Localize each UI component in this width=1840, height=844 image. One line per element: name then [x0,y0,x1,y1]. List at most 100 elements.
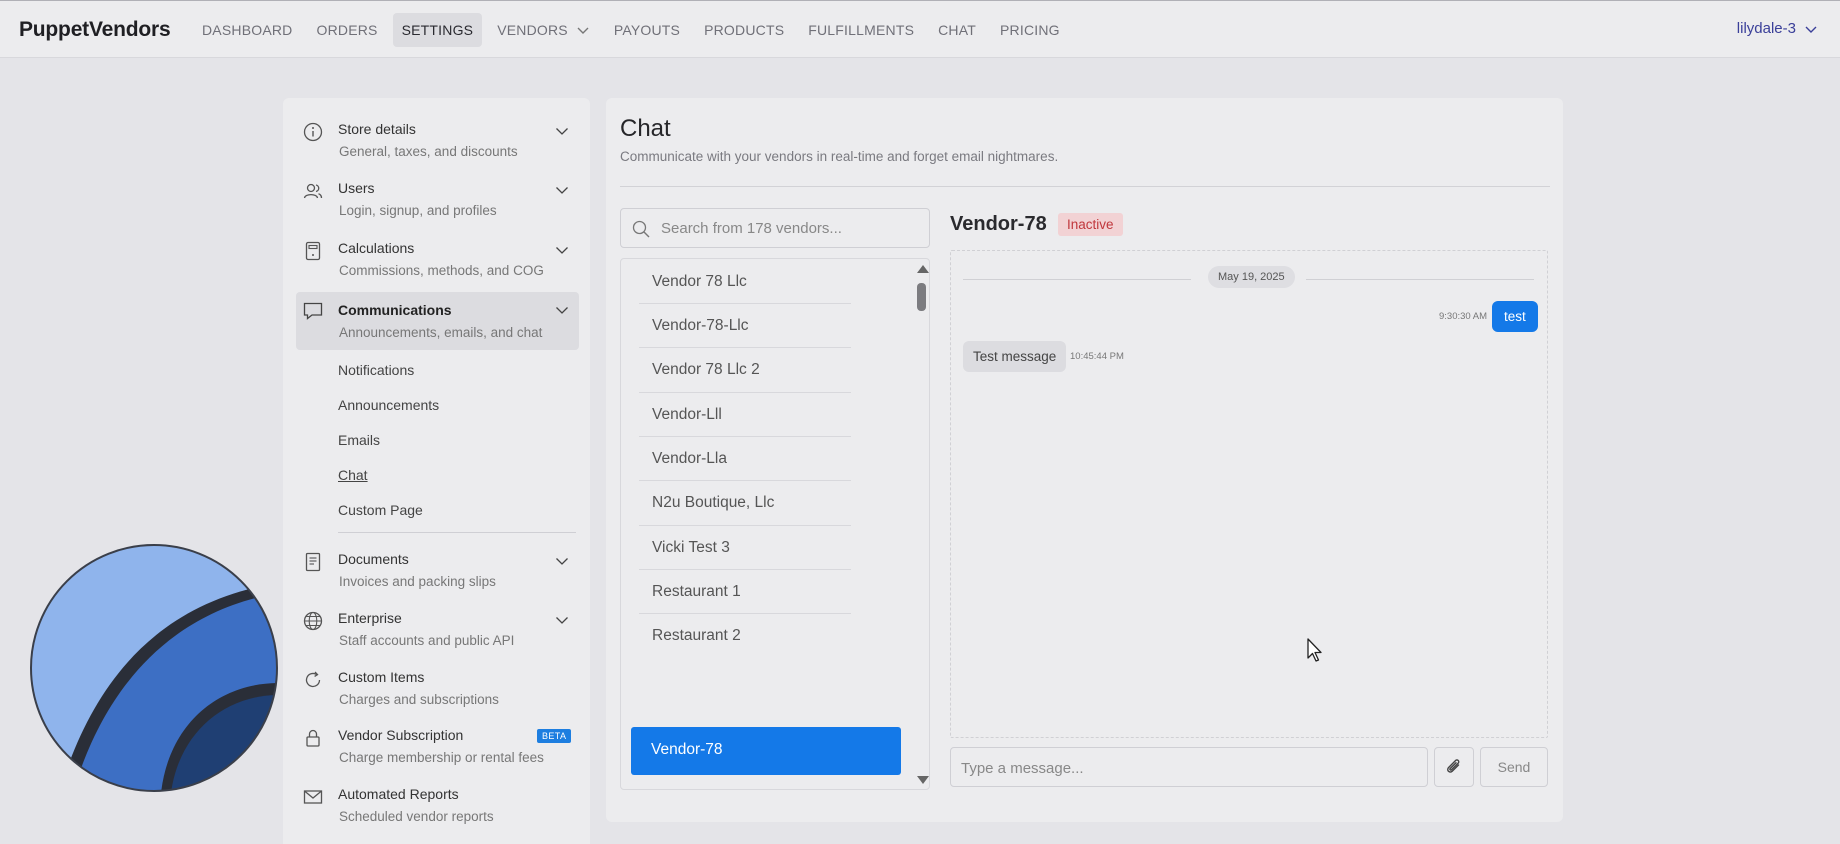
chevron-down-icon[interactable] [555,554,569,568]
settings-users[interactable]: Users Login, signup, and profiles [296,177,579,225]
mail-icon [303,790,323,804]
nav-payouts[interactable]: PAYOUTS [605,13,689,47]
vendor-item[interactable]: Vendor 78 Llc [652,273,840,291]
header-divider [620,186,1550,187]
chevron-down-icon[interactable] [555,243,569,257]
list-divider [639,613,851,614]
vendor-item[interactable]: Restaurant 1 [652,583,840,601]
chevron-down-icon[interactable] [555,124,569,138]
nav-dashboard[interactable]: DASHBOARD [193,13,301,47]
nav-settings[interactable]: SETTINGS [392,13,483,47]
chevron-down-icon [577,27,589,34]
settings-group-title: Communications [338,302,452,318]
settings-group-desc: Staff accounts and public API [339,633,515,648]
app-overlay-logo [30,544,278,792]
vendor-search[interactable] [620,208,930,248]
list-divider [639,347,851,348]
settings-group-desc: General, taxes, and discounts [339,144,518,159]
nav-fulfillments[interactable]: FULFILLMENTS [799,13,923,47]
message-timestamp: 9:30:30 AM [1439,311,1488,322]
settings-group-title: Users [338,180,375,196]
settings-custom-items[interactable]: Custom Items Charges and subscriptions [296,666,579,714]
vendor-item[interactable]: Vendor-Lll [652,406,840,424]
chevron-down-icon[interactable] [555,613,569,627]
document-icon [305,552,321,572]
vendor-item[interactable]: Restaurant 2 [652,627,840,645]
sidebar-divider [338,532,576,533]
vendor-item-selected[interactable]: Vendor-78 [631,727,901,775]
status-badge: Inactive [1058,213,1123,236]
date-separator: May 19, 2025 [1208,266,1295,288]
message-bubble-incoming: Test message [963,341,1067,372]
chat-bubble-icon [303,302,323,320]
settings-group-desc: Announcements, emails, and chat [339,325,543,340]
list-divider [639,436,851,437]
settings-group-desc: Commissions, methods, and COG [339,263,544,278]
main-nav: DASHBOARD ORDERS SETTINGS VENDORS PAYOUT… [193,13,1075,47]
scroll-up-arrow-icon[interactable] [917,265,929,273]
nav-vendors[interactable]: VENDORS [488,13,599,47]
message-bubble-outgoing: test [1492,301,1538,332]
settings-group-desc: Charges and subscriptions [339,692,499,707]
subitem-emails[interactable]: Emails [338,432,380,448]
lock-icon [306,729,320,747]
top-navbar: PuppetVendors DASHBOARD ORDERS SETTINGS … [0,0,1840,58]
vendor-item[interactable]: Vendor-Lla [652,450,840,468]
chevron-down-icon[interactable] [555,303,569,317]
paperclip-icon [1447,759,1460,773]
vendor-item[interactable]: Vendor-78-Llc [652,317,840,335]
list-divider [639,392,851,393]
send-button[interactable]: Send [1480,747,1548,787]
user-menu[interactable]: lilydale-3 [1737,20,1818,37]
search-icon [632,220,650,238]
settings-group-desc: Scheduled vendor reports [339,809,494,824]
nav-orders[interactable]: ORDERS [307,13,386,47]
nav-vendors-label: VENDORS [497,22,568,38]
settings-group-title: Calculations [338,240,415,256]
brand-logo[interactable]: PuppetVendors [19,18,171,42]
message-timestamp: 10:45:44 PM [1070,351,1124,362]
conversation-title: Vendor-78 [950,213,1047,235]
settings-group-desc: Login, signup, and profiles [339,203,497,218]
scroll-down-arrow-icon[interactable] [917,776,929,784]
list-divider [639,303,851,304]
date-divider-line [963,279,1191,280]
date-divider-line [1306,279,1534,280]
settings-calculations[interactable]: Calculations Commissions, methods, and C… [296,237,579,285]
settings-group-desc: Invoices and packing slips [339,574,496,589]
settings-documents[interactable]: Documents Invoices and packing slips [296,548,579,596]
nav-pricing[interactable]: PRICING [991,13,1069,47]
calculator-icon [305,241,321,261]
subitem-announcements[interactable]: Announcements [338,397,439,413]
vendor-list-scrollbar[interactable] [914,259,929,789]
scrollbar-thumb[interactable] [917,283,926,311]
settings-group-title: Store details [338,121,416,137]
settings-vendor-subscription[interactable]: Vendor Subscription Charge membership or… [296,724,579,772]
settings-group-title: Custom Items [338,669,425,685]
message-input[interactable] [961,757,1416,779]
list-divider [639,569,851,570]
chevron-down-icon[interactable] [555,183,569,197]
vendor-item[interactable]: Vicki Test 3 [652,539,840,557]
user-name: lilydale-3 [1736,20,1796,37]
search-input[interactable] [661,217,921,239]
attach-button[interactable] [1434,747,1474,787]
settings-communications[interactable]: Communications Announcements, emails, an… [296,292,579,350]
message-composer[interactable] [950,747,1428,787]
subitem-chat[interactable]: Chat [338,467,368,483]
settings-store-details[interactable]: Store details General, taxes, and discou… [296,118,579,166]
subitem-custom-page[interactable]: Custom Page [338,502,423,518]
vendor-item[interactable]: Vendor 78 Llc 2 [652,361,840,379]
nav-chat[interactable]: CHAT [929,13,985,47]
message-area: May 19, 2025 9:30:30 AM test Test messag… [950,250,1548,738]
list-divider [639,525,851,526]
subitem-notifications[interactable]: Notifications [338,362,414,378]
settings-group-title: Documents [338,551,409,567]
settings-automated-reports[interactable]: Automated Reports Scheduled vendor repor… [296,783,579,831]
globe-icon [303,611,323,631]
nav-products[interactable]: PRODUCTS [695,13,793,47]
beta-badge: BETA [537,729,572,743]
vendor-item[interactable]: N2u Boutique, Llc [652,494,840,512]
settings-group-title: Vendor Subscription [338,727,464,743]
settings-enterprise[interactable]: Enterprise Staff accounts and public API [296,607,579,655]
